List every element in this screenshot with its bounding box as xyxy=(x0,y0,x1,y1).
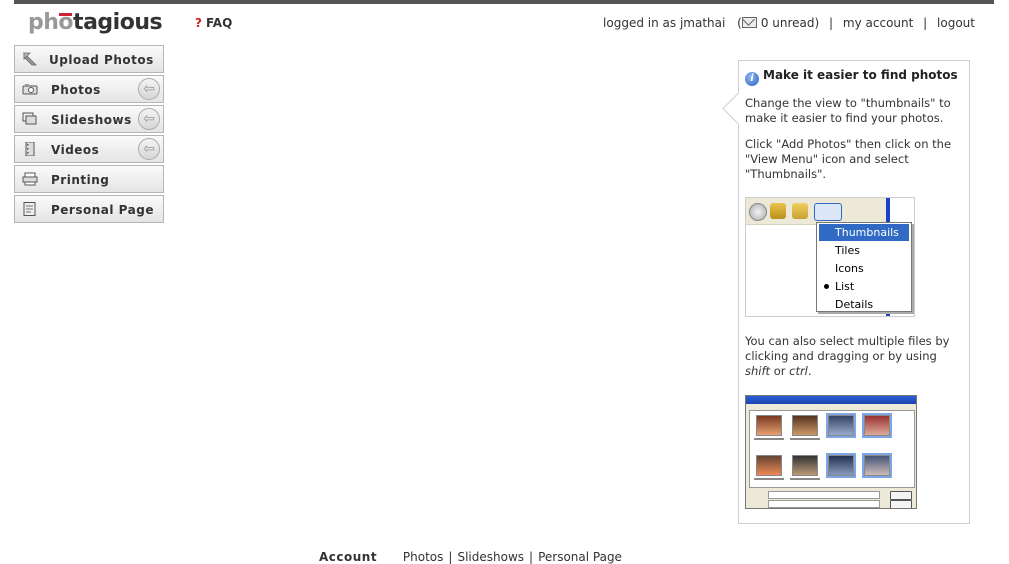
view-menu-icon xyxy=(814,203,842,221)
expand-arrow-icon[interactable]: ⇦ xyxy=(138,108,160,130)
folder-up-icon xyxy=(770,203,786,219)
radio-dot-icon xyxy=(824,284,829,289)
explorer-toolbar xyxy=(746,198,886,225)
view-option-tiles: Tiles xyxy=(835,244,860,257)
footer-link-personal-page[interactable]: Personal Page xyxy=(538,550,622,564)
footer-link-photos[interactable]: Photos xyxy=(403,550,443,564)
help-text-1: Change the view to "thumbnails" to make … xyxy=(745,96,951,125)
unread-messages-link[interactable]: 0 unread) xyxy=(761,16,819,30)
my-account-link[interactable]: my account xyxy=(843,16,913,30)
photo-thumbnail xyxy=(826,413,856,438)
camera-icon xyxy=(22,84,38,95)
new-folder-icon xyxy=(792,203,808,219)
help-panel: i Make it easier to find photos Change th… xyxy=(722,60,970,524)
photo-thumbnail xyxy=(792,455,818,476)
caption-line xyxy=(790,438,820,440)
expand-arrow-icon[interactable]: ⇦ xyxy=(138,138,160,160)
photo-thumbnail xyxy=(792,415,818,436)
photagious-logo[interactable]: photagious xyxy=(28,10,163,35)
help-text-2: Click "Add Photos" then click on the "Vi… xyxy=(745,137,952,181)
faq-link[interactable]: ? FAQ xyxy=(195,16,232,30)
expand-arrow-icon[interactable]: ⇦ xyxy=(138,78,160,100)
view-option-icons: Icons xyxy=(835,262,864,275)
user-bar: logged in as jmathai (0 unread) | my acc… xyxy=(603,16,975,30)
dialog-titlebar xyxy=(746,396,916,404)
photo-thumbnail xyxy=(756,455,782,476)
sidebar-item-slideshows[interactable]: Slideshows ⇦ xyxy=(14,105,164,133)
view-option-details: Details xyxy=(835,298,874,311)
photo-thumbnail xyxy=(756,415,782,436)
logged-in-text: logged in as jmathai xyxy=(603,16,726,30)
footer-link-slideshows[interactable]: Slideshows xyxy=(457,550,524,564)
footer-account-link[interactable]: Account xyxy=(319,550,377,564)
view-option-thumbnails: Thumbnails xyxy=(819,224,909,241)
top-bar xyxy=(14,0,994,4)
caption-line xyxy=(754,438,784,440)
photo-thumbnail xyxy=(862,413,892,438)
sidebar-nav: Upload Photos Photos ⇦ Slideshows ⇦ Vide… xyxy=(14,45,164,225)
sidebar-item-upload-photos[interactable]: Upload Photos xyxy=(14,45,164,73)
view-menu-popup: Thumbnails Tiles Icons List Details xyxy=(816,222,912,312)
help-text-3: You can also select multiple files by cl… xyxy=(745,334,950,378)
film-icon xyxy=(25,142,35,156)
footer-nav: Account Photos | Slideshows | Personal Page xyxy=(319,550,622,564)
file-type-field xyxy=(768,500,880,508)
sidebar-item-photos[interactable]: Photos ⇦ xyxy=(14,75,164,103)
file-thumbnail-pane xyxy=(749,410,915,488)
photo-thumbnail xyxy=(826,453,856,478)
caption-line xyxy=(754,478,784,480)
view-menu-screenshot: Thumbnails Tiles Icons List Details xyxy=(745,197,915,317)
page-icon xyxy=(23,202,36,216)
sidebar-item-printing[interactable]: Printing xyxy=(14,165,164,193)
sidebar-item-videos[interactable]: Videos ⇦ xyxy=(14,135,164,163)
faq-label: FAQ xyxy=(205,16,233,30)
file-name-field xyxy=(768,491,880,499)
file-select-screenshot xyxy=(745,395,917,509)
cancel-button xyxy=(890,500,912,508)
help-title: i Make it easier to find photos xyxy=(745,68,958,86)
question-icon: ? xyxy=(195,16,202,30)
logout-link[interactable]: logout xyxy=(937,16,975,30)
printer-icon xyxy=(22,172,38,186)
slideshow-icon xyxy=(22,112,37,125)
mail-icon xyxy=(741,17,757,28)
photo-thumbnail xyxy=(862,453,892,478)
open-button xyxy=(890,491,912,500)
info-icon: i xyxy=(745,72,759,86)
sidebar-item-personal-page[interactable]: Personal Page xyxy=(14,195,164,223)
caption-line xyxy=(790,478,820,480)
upload-icon xyxy=(23,52,37,66)
view-option-list: List xyxy=(819,278,909,295)
back-icon xyxy=(749,203,767,221)
